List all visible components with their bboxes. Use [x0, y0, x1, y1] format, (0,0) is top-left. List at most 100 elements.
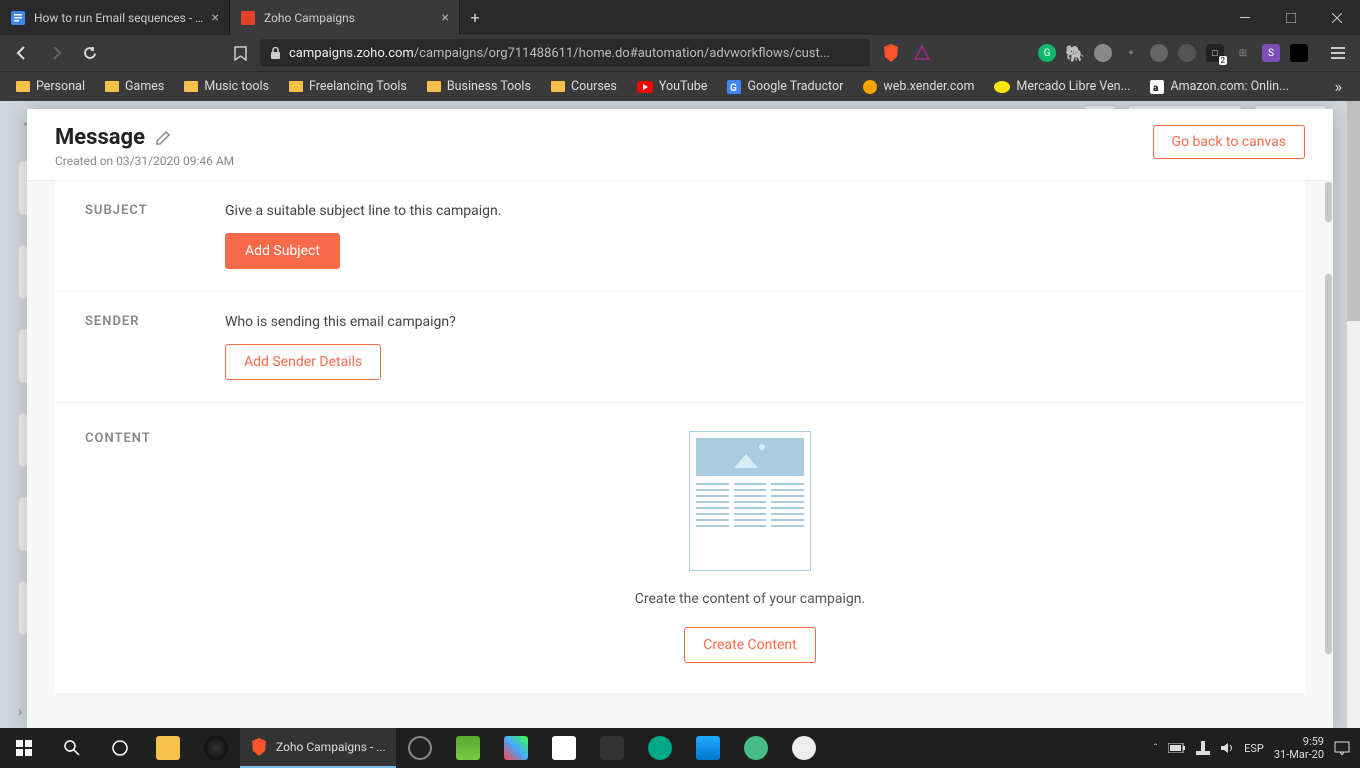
- tray-chevron-icon[interactable]: ˆ: [1153, 742, 1158, 755]
- volume-icon[interactable]: [1220, 741, 1234, 755]
- content-desc: Create the content of your campaign.: [635, 591, 865, 607]
- docs-favicon: [10, 10, 26, 26]
- taskbar-app[interactable]: [396, 728, 444, 768]
- brave-rewards-icon[interactable]: [914, 45, 930, 61]
- bookmark-link[interactable]: aAmazon.com: Onlin...: [1142, 75, 1296, 99]
- forward-button[interactable]: [42, 39, 70, 67]
- tab-title: Zoho Campaigns: [264, 11, 434, 25]
- bookmark-folder[interactable]: Business Tools: [419, 75, 539, 99]
- ext-icon[interactable]: [1178, 44, 1196, 62]
- taskbar-app[interactable]: [588, 728, 636, 768]
- notifications-icon[interactable]: [1334, 741, 1350, 755]
- bookmark-link[interactable]: Mercado Libre Ven...: [986, 75, 1138, 99]
- back-button[interactable]: [8, 39, 36, 67]
- folder-icon: [16, 81, 30, 92]
- menu-button[interactable]: [1324, 39, 1352, 67]
- minimize-button[interactable]: [1222, 0, 1268, 35]
- url-text: campaigns.zoho.com/campaigns/org71148861…: [289, 46, 830, 61]
- folder-icon: [551, 81, 565, 92]
- ext-icon[interactable]: [1094, 44, 1112, 62]
- cortana-button[interactable]: [96, 728, 144, 768]
- google-icon: G: [727, 80, 741, 94]
- clock[interactable]: 9:59 31-Mar-20: [1274, 735, 1324, 761]
- taskbar-app[interactable]: [684, 728, 732, 768]
- taskbar-app-active[interactable]: Zoho Campaigns - ...: [240, 728, 396, 768]
- scrollbar-thumb[interactable]: [1325, 274, 1332, 654]
- folder-icon: [184, 81, 198, 92]
- taskbar-app[interactable]: [444, 728, 492, 768]
- close-icon[interactable]: ×: [212, 10, 219, 26]
- svg-text:G: G: [730, 83, 737, 94]
- maximize-button[interactable]: [1268, 0, 1314, 35]
- bookmark-icon[interactable]: [226, 39, 254, 67]
- browser-tab-active[interactable]: Zoho Campaigns ×: [230, 0, 460, 35]
- bookmark-link[interactable]: YouTube: [629, 75, 716, 99]
- search-button[interactable]: [48, 728, 96, 768]
- scrollbar-thumb[interactable]: [1325, 182, 1332, 222]
- taskbar-app[interactable]: [144, 728, 192, 768]
- brave-icon: [250, 737, 268, 757]
- amazon-icon: a: [1150, 80, 1164, 94]
- bookmark-folder[interactable]: Courses: [543, 75, 625, 99]
- svg-text:a: a: [1153, 83, 1159, 94]
- battery-icon[interactable]: [1168, 743, 1186, 753]
- ext-icon[interactable]: ✦: [1122, 44, 1140, 62]
- sender-section: SENDER Who is sending this email campaig…: [55, 292, 1305, 403]
- lock-icon: [270, 47, 281, 60]
- taskbar-app[interactable]: [492, 728, 540, 768]
- address-bar: campaigns.zoho.com/campaigns/org71148861…: [0, 35, 1360, 71]
- start-button[interactable]: [0, 728, 48, 768]
- url-field[interactable]: campaigns.zoho.com/campaigns/org71148861…: [260, 39, 870, 67]
- edit-icon[interactable]: [155, 130, 171, 146]
- content-placeholder-icon: [689, 431, 811, 571]
- ext-icon[interactable]: 🐘: [1066, 44, 1084, 62]
- bookmark-folder[interactable]: Games: [97, 75, 172, 99]
- ext-icon[interactable]: G: [1038, 44, 1056, 62]
- ext-icon[interactable]: □2: [1206, 44, 1224, 62]
- modal-body[interactable]: SUBJECT Give a suitable subject line to …: [27, 181, 1333, 728]
- bookmark-link[interactable]: GGoogle Traductor: [719, 75, 851, 99]
- modal-scrollbar[interactable]: [1324, 181, 1333, 728]
- subject-label: SUBJECT: [85, 203, 225, 218]
- reload-button[interactable]: [76, 39, 104, 67]
- close-icon[interactable]: ×: [442, 10, 449, 26]
- ext-icon[interactable]: S: [1262, 44, 1280, 62]
- page-scrollbar[interactable]: [1347, 101, 1360, 728]
- bookmark-link[interactable]: web.xender.com: [855, 75, 982, 99]
- taskbar-app[interactable]: [780, 728, 828, 768]
- taskbar-app[interactable]: [540, 728, 588, 768]
- taskbar-app[interactable]: [192, 728, 240, 768]
- sender-label: SENDER: [85, 314, 225, 329]
- bookmark-folder[interactable]: Freelancing Tools: [281, 75, 415, 99]
- browser-tab[interactable]: How to run Email sequences - Doc ×: [0, 0, 230, 35]
- content-label: CONTENT: [85, 431, 225, 446]
- chevron-right-icon: ›: [18, 704, 22, 720]
- bookmark-folder[interactable]: Personal: [8, 75, 93, 99]
- bookmarks-bar: Personal Games Music tools Freelancing T…: [0, 71, 1360, 101]
- close-window-button[interactable]: [1314, 0, 1360, 35]
- taskbar-app[interactable]: [636, 728, 684, 768]
- youtube-icon: [637, 81, 653, 93]
- create-content-button[interactable]: Create Content: [684, 627, 815, 663]
- language-indicator[interactable]: ESP: [1244, 742, 1264, 755]
- new-tab-button[interactable]: +: [460, 0, 490, 35]
- window-controls: [1222, 0, 1360, 35]
- folder-icon: [105, 81, 119, 92]
- ext-icon[interactable]: [1150, 44, 1168, 62]
- page-viewport: ← Simple followup series ⟳ Close Canvas …: [0, 101, 1347, 728]
- go-back-button[interactable]: Go back to canvas: [1153, 125, 1305, 159]
- ext-icon[interactable]: [1290, 44, 1308, 62]
- scrollbar-thumb[interactable]: [1347, 101, 1360, 321]
- add-subject-button[interactable]: Add Subject: [225, 233, 340, 269]
- network-icon[interactable]: [1196, 741, 1210, 755]
- folder-icon: [289, 81, 303, 92]
- add-sender-button[interactable]: Add Sender Details: [225, 344, 381, 380]
- ext-icon[interactable]: ⊞: [1234, 44, 1252, 62]
- modal-title: Message: [55, 125, 145, 150]
- bookmark-folder[interactable]: Music tools: [176, 75, 277, 99]
- created-timestamp: Created on 03/31/2020 09:46 AM: [55, 154, 234, 168]
- bookmarks-overflow[interactable]: »: [1325, 77, 1353, 96]
- taskbar-app[interactable]: [732, 728, 780, 768]
- mercadolibre-icon: [994, 81, 1010, 93]
- brave-shield-icon[interactable]: [882, 43, 900, 63]
